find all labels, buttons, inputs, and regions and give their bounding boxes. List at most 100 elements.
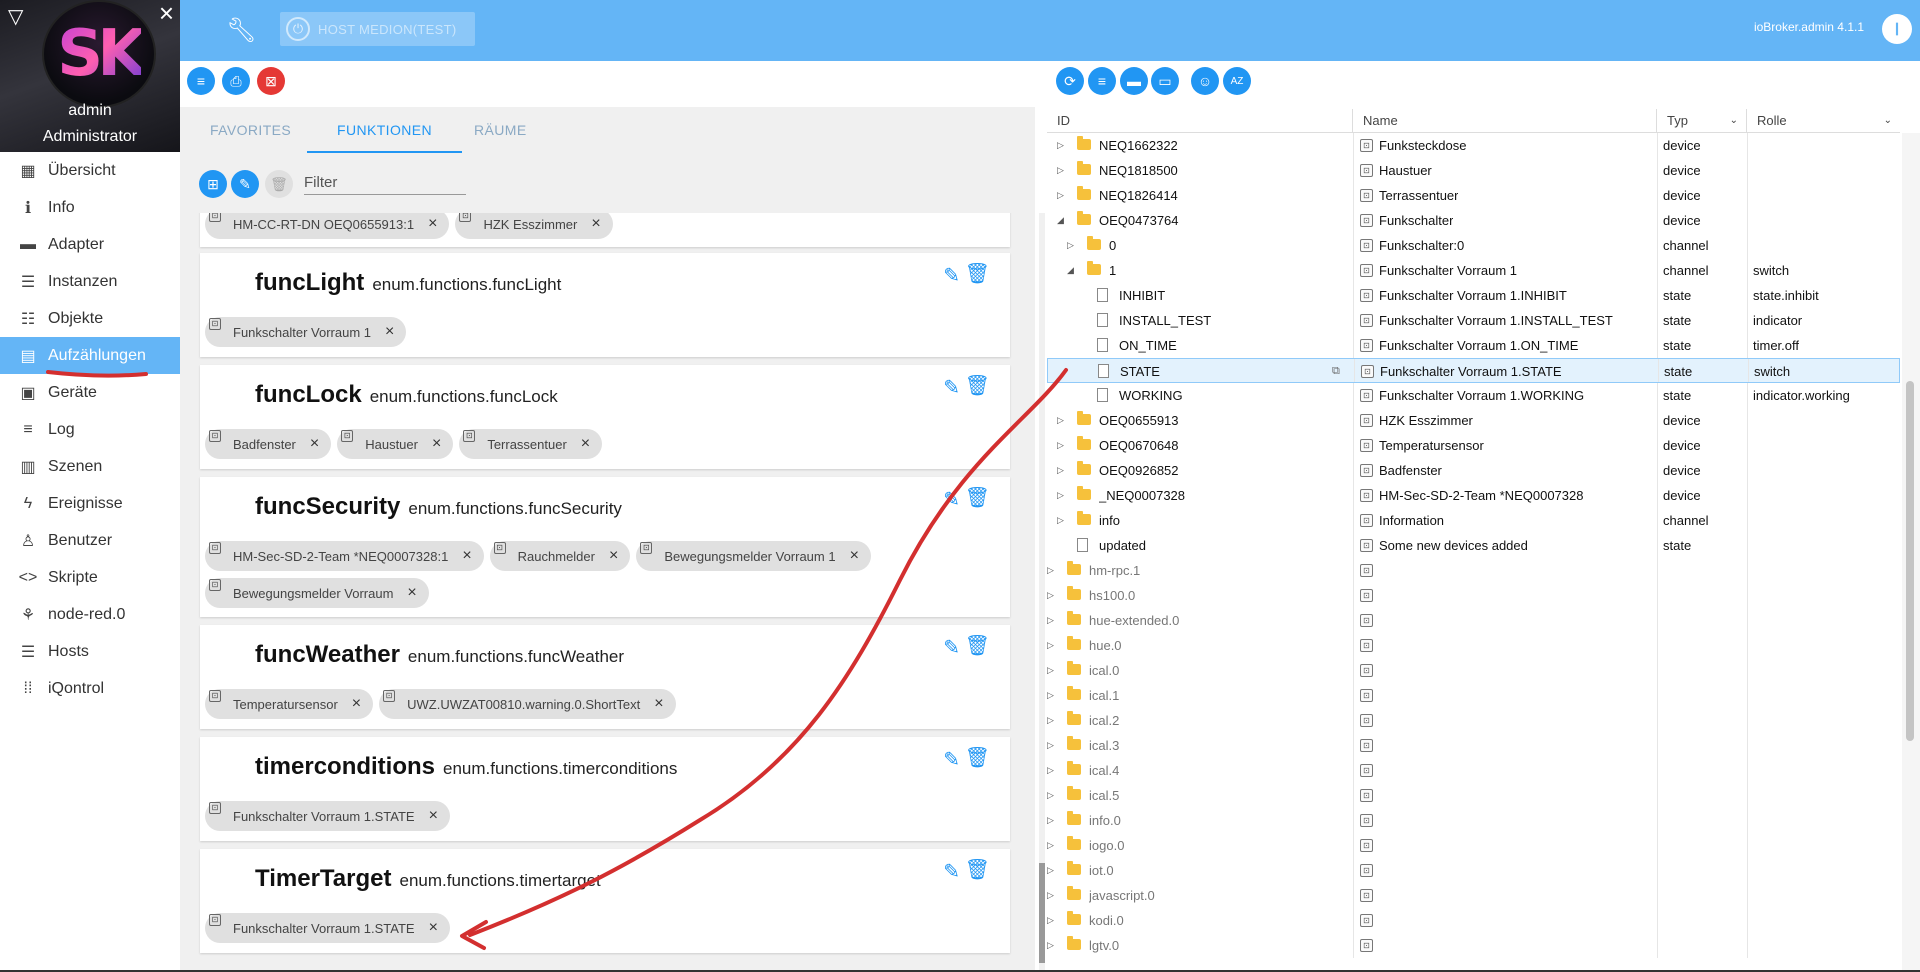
tree-row[interactable]: INHIBIT ⊡ Funkschalter Vorraum 1.INHIBIT st… bbox=[1047, 283, 1900, 308]
sidebar-item-node-red-0[interactable]: ⚘ node-red.0 bbox=[0, 596, 180, 633]
refresh-icon[interactable]: ⟳ bbox=[1056, 67, 1084, 95]
sidebar-item-übersicht[interactable]: ▦ Übersicht bbox=[0, 152, 180, 189]
column-type[interactable]: Typ ⌄ bbox=[1657, 109, 1747, 133]
expand-icon[interactable]: ▷ bbox=[1047, 683, 1054, 708]
expand-icon[interactable]: ▷ bbox=[1047, 608, 1054, 633]
trash-icon[interactable]: 🗑︎ bbox=[965, 745, 990, 770]
enum-card-funcweather[interactable]: funcWeather enum.functions.funcWeather ✎ … bbox=[200, 625, 1010, 729]
tree-row[interactable]: ◢ OEQ0473764 ⊡ Funkschalter device bbox=[1047, 208, 1900, 233]
tree-row[interactable]: ▷ ical.2 ⊡ bbox=[1047, 708, 1900, 733]
expand-icon[interactable]: ▷ bbox=[1047, 658, 1054, 683]
column-role[interactable]: Rolle ⌄ bbox=[1747, 109, 1900, 133]
expert-mode-icon[interactable]: ☺ bbox=[1191, 67, 1219, 95]
sidebar-item-szenen[interactable]: ▥ Szenen bbox=[0, 448, 180, 485]
remove-chip-icon[interactable]: × bbox=[654, 695, 663, 713]
member-chip[interactable]: ⊡ Funkschalter Vorraum 1.STATE × bbox=[205, 913, 450, 943]
expand-icon[interactable]: ▷ bbox=[1047, 758, 1054, 783]
edit-icon[interactable]: ✎ bbox=[943, 375, 960, 400]
member-chip[interactable]: ⊡ Funkschalter Vorraum 1 × bbox=[205, 317, 407, 347]
tree-scroll-thumb[interactable] bbox=[1906, 381, 1914, 741]
member-chip[interactable]: ⊡ HM-CC-RT-DN OEQ0655913:1 × bbox=[205, 213, 450, 239]
edit-icon[interactable]: ✎ bbox=[943, 263, 960, 288]
tree-row[interactable]: ▷ iot.0 ⊡ bbox=[1047, 858, 1900, 883]
enum-card-funclight[interactable]: funcLight enum.functions.funcLight ✎ 🗑︎ ⊡… bbox=[200, 253, 1010, 357]
tab-funktionen[interactable]: FUNKTIONEN bbox=[307, 107, 462, 153]
list-view-icon[interactable]: ≡ bbox=[1088, 67, 1116, 95]
tree-row[interactable]: ▷ _NEQ0007328 ⊡ HM-Sec-SD-2-Team *NEQ000732… bbox=[1047, 483, 1900, 508]
tree-row[interactable]: ▷ OEQ0670648 ⊡ Temperatursensor device bbox=[1047, 433, 1900, 458]
member-chip[interactable]: ⊡ Haustuer × bbox=[337, 429, 454, 459]
expand-icon[interactable]: ▷ bbox=[1047, 633, 1054, 658]
sidebar-item-benutzer[interactable]: ♙ Benutzer bbox=[0, 522, 180, 559]
remove-chip-icon[interactable]: × bbox=[428, 215, 437, 233]
member-chip[interactable]: ⊡ HM-Sec-SD-2-Team *NEQ0007328:1 × bbox=[205, 541, 484, 571]
tree-row[interactable]: ▷ OEQ0926852 ⊡ Badfenster device bbox=[1047, 458, 1900, 483]
expand-icon[interactable]: ▷ bbox=[1047, 908, 1054, 933]
member-chip[interactable]: ⊡ UWZ.UWZAT00810.warning.0.ShortText × bbox=[379, 689, 676, 719]
remove-chip-icon[interactable]: × bbox=[352, 695, 361, 713]
member-chip[interactable]: ⊡ HZK Esszimmer × bbox=[455, 213, 613, 239]
expand-icon[interactable]: ▷ bbox=[1057, 458, 1064, 483]
sidebar-item-adapter[interactable]: ▬ Adapter bbox=[0, 226, 180, 263]
tree-row[interactable]: ▷ info.0 ⊡ bbox=[1047, 808, 1900, 833]
delete-screen-icon[interactable]: ⊠ bbox=[257, 67, 285, 95]
expand-icon[interactable]: ▷ bbox=[1047, 833, 1054, 858]
edit-icon[interactable]: ✎ bbox=[943, 747, 960, 772]
remove-chip-icon[interactable]: × bbox=[432, 435, 441, 453]
tree-row[interactable]: ▷ hue-extended.0 ⊡ bbox=[1047, 608, 1900, 633]
close-icon[interactable]: × bbox=[159, 0, 174, 26]
trash-icon[interactable]: 🗑︎ bbox=[965, 373, 990, 398]
tree-row[interactable]: ▷ OEQ0655913 ⊡ HZK Esszimmer device bbox=[1047, 408, 1900, 433]
sidebar-item-iqontrol[interactable]: ⁞⁞ iQontrol bbox=[0, 670, 180, 707]
remove-chip-icon[interactable]: × bbox=[591, 215, 600, 233]
sidebar-item-ereignisse[interactable]: ϟ Ereignisse bbox=[0, 485, 180, 522]
remove-chip-icon[interactable]: × bbox=[407, 584, 416, 602]
tree-row[interactable]: ▷ ical.4 ⊡ bbox=[1047, 758, 1900, 783]
left-scrollbar[interactable] bbox=[1039, 213, 1045, 972]
expand-icon[interactable]: ▷ bbox=[1047, 808, 1054, 833]
trash-icon[interactable]: 🗑︎ bbox=[965, 485, 990, 510]
expand-icon[interactable]: ▷ bbox=[1047, 733, 1054, 758]
edit-icon[interactable]: ✎ bbox=[943, 487, 960, 512]
tree-row[interactable]: ▷ ical.3 ⊡ bbox=[1047, 733, 1900, 758]
expand-icon[interactable]: ▷ bbox=[1057, 508, 1064, 533]
sidebar-item-hosts[interactable]: ☰ Hosts bbox=[0, 633, 180, 670]
expand-icon[interactable]: ▷ bbox=[1047, 558, 1054, 583]
collapse-icon[interactable]: ◢ bbox=[1057, 208, 1064, 233]
tree-row[interactable]: ▷ iogo.0 ⊡ bbox=[1047, 833, 1900, 858]
expand-icon[interactable]: ▷ bbox=[1047, 933, 1054, 958]
filter-input[interactable] bbox=[304, 171, 466, 195]
expand-icon[interactable]: ▷ bbox=[1057, 183, 1064, 208]
expand-icon[interactable]: ▷ bbox=[1047, 858, 1054, 883]
list-view-icon[interactable]: ≡ bbox=[187, 67, 215, 95]
tab-raeume[interactable]: RÄUME bbox=[444, 107, 557, 153]
tree-row[interactable]: ▷ ical.5 ⊡ bbox=[1047, 783, 1900, 808]
member-chip[interactable]: ⊡ Funkschalter Vorraum 1.STATE × bbox=[205, 801, 450, 831]
tree-row[interactable]: ▷ ical.1 ⊡ bbox=[1047, 683, 1900, 708]
enum-card-funcsecurity[interactable]: funcSecurity enum.functions.funcSecurity … bbox=[200, 477, 1010, 617]
wrench-icon[interactable]: 🔧︎ bbox=[226, 16, 256, 45]
expand-icon[interactable]: ▷ bbox=[1057, 408, 1064, 433]
tree-row[interactable]: INSTALL_TEST ⊡ Funkschalter Vorraum 1.INST… bbox=[1047, 308, 1900, 333]
expand-icon[interactable]: ▷ bbox=[1047, 883, 1054, 908]
add-enum-icon[interactable]: ⊞ bbox=[199, 170, 227, 198]
enum-card-timertarget[interactable]: TimerTarget enum.functions.timertarget ✎ … bbox=[200, 849, 1010, 953]
sidebar-item-geräte[interactable]: ▣ Geräte bbox=[0, 374, 180, 411]
add-document-icon[interactable]: ⎙ bbox=[222, 67, 250, 95]
sidebar-item-log[interactable]: ≡ Log bbox=[0, 411, 180, 448]
member-chip[interactable]: ⊡ Bewegungsmelder Vorraum × bbox=[205, 578, 429, 608]
chevron-down-icon[interactable]: ⌄ bbox=[1730, 109, 1738, 133]
tree-row[interactable]: ON_TIME ⊡ Funkschalter Vorraum 1.ON_TIME st… bbox=[1047, 333, 1900, 358]
remove-chip-icon[interactable]: × bbox=[310, 435, 319, 453]
iobroker-logo-icon[interactable]: ⏽ bbox=[1882, 14, 1912, 44]
left-scroll-thumb[interactable] bbox=[1039, 863, 1045, 963]
enum-card-timerconditions[interactable]: timerconditions enum.functions.timercondi… bbox=[200, 737, 1010, 841]
tree-row[interactable]: WORKING ⊡ Funkschalter Vorraum 1.WORKING st… bbox=[1047, 383, 1900, 408]
sidebar-item-info[interactable]: ℹ Info bbox=[0, 189, 180, 226]
tree-row[interactable]: updated ⊡ Some new devices added state bbox=[1047, 533, 1900, 558]
tree-row[interactable]: ▷ NEQ1818500 ⊡ Haustuer device bbox=[1047, 158, 1900, 183]
chevron-down-icon[interactable]: ⌄ bbox=[1884, 109, 1892, 133]
expand-icon[interactable]: ▷ bbox=[1067, 233, 1074, 258]
member-chip[interactable]: ⊡ Temperatursensor × bbox=[205, 689, 374, 719]
tree-row[interactable]: ▷ javascript.0 ⊡ bbox=[1047, 883, 1900, 908]
